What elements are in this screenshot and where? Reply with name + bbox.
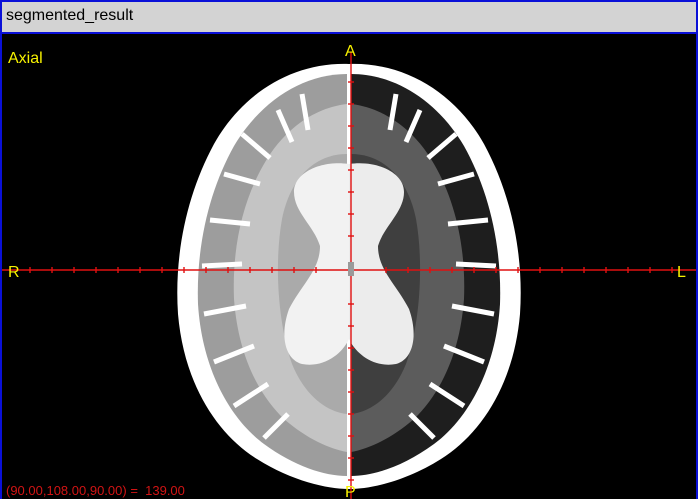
orientation-right-label: R — [8, 264, 20, 281]
axial-viewport[interactable]: Axial A R L P (90.00,108.00,90.00) = 139… — [2, 34, 696, 499]
orientation-left-label: L — [677, 264, 686, 281]
orientation-posterior-label: P — [345, 484, 356, 499]
view-label: Axial — [8, 50, 43, 67]
window-title: segmented_result — [6, 7, 134, 24]
window-titlebar[interactable]: segmented_result — [2, 2, 696, 34]
coordinate-readout: (90.00,108.00,90.00) = 139.00 — [6, 483, 185, 498]
brain-slice-image — [2, 52, 696, 499]
crosshair-center — [348, 262, 354, 276]
orientation-anterior-label: A — [345, 43, 356, 60]
viewer-window: segmented_result Axial A R L P (90.00,10… — [0, 0, 698, 499]
